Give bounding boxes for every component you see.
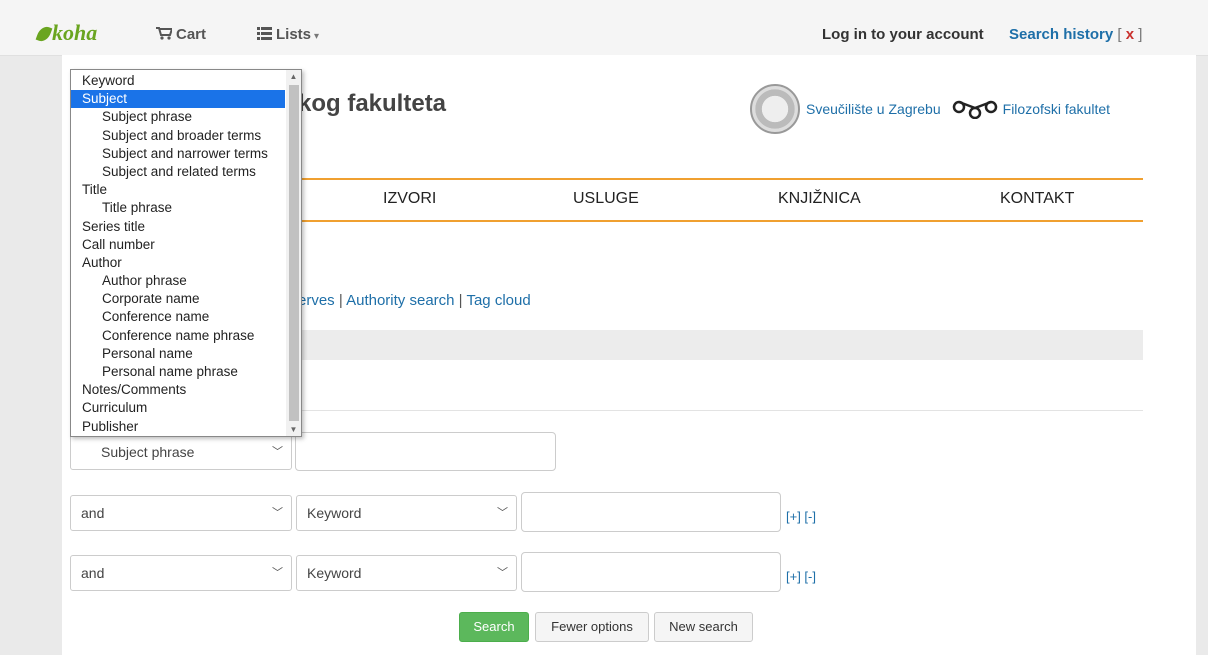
chevron-down-icon: ﹀	[272, 507, 283, 519]
index-select-1[interactable]: Subject phrase ﹀	[70, 434, 292, 470]
search-button[interactable]: Search	[459, 612, 529, 642]
search-links: erves | Authority search | Tag cloud	[298, 292, 531, 309]
menu-usluge[interactable]: USLUGE	[573, 190, 639, 208]
divider	[298, 410, 1143, 411]
operator-select-2[interactable]: and ﹀	[70, 495, 292, 531]
index-select-2-value: Keyword	[307, 505, 362, 521]
index-select-1-value: Subject phrase	[101, 444, 195, 460]
operator-select-3-value: and	[81, 565, 105, 581]
add-remove-row-2[interactable]: [+] [-]	[786, 509, 816, 524]
operator-select-3[interactable]: and ﹀	[70, 555, 292, 591]
dropdown-option[interactable]: Publisher	[71, 418, 285, 436]
operator-select-2-value: and	[81, 505, 105, 521]
cart-icon	[156, 27, 174, 40]
cart-label: Cart	[176, 26, 207, 43]
dropdown-option[interactable]: Conference name phrase	[71, 327, 285, 345]
index-select-3-value: Keyword	[307, 565, 362, 581]
search-term-input-1[interactable]	[295, 432, 556, 471]
faculty-link[interactable]: Filozofski fakultet	[1003, 101, 1110, 117]
search-term-input-3[interactable]	[521, 552, 781, 592]
clear-history-button[interactable]: x	[1126, 26, 1134, 43]
dropdown-option[interactable]: Title	[71, 181, 285, 199]
scroll-down-icon[interactable]: ▼	[286, 425, 301, 434]
list-icon	[257, 27, 272, 40]
menu-izvori[interactable]: IZVORI	[383, 190, 436, 208]
university-links: Sveučilište u Zagrebu Filozofski fakulte…	[750, 84, 1110, 134]
lists-dropdown[interactable]: Lists ▾	[257, 26, 319, 43]
dropdown-option[interactable]: Notes/Comments	[71, 381, 285, 399]
dropdown-option[interactable]: Curriculum	[71, 399, 285, 417]
index-select-3[interactable]: Keyword ﹀	[296, 555, 517, 591]
authority-search-link[interactable]: Authority search	[346, 292, 454, 309]
dropdown-option[interactable]: Personal name	[71, 345, 285, 363]
dropdown-option[interactable]: Conference name	[71, 308, 285, 326]
index-select-2[interactable]: Keyword ﹀	[296, 495, 517, 531]
scroll-thumb[interactable]	[289, 85, 299, 421]
koha-logo[interactable]: koha	[35, 20, 98, 46]
listbox-scrollbar[interactable]: ▲ ▼	[286, 70, 301, 436]
leaf-icon	[35, 24, 53, 44]
chevron-down-icon: ﹀	[272, 567, 283, 579]
chevron-down-icon: ﹀	[497, 567, 508, 579]
top-navbar: koha Cart Lists ▾ Log in to your account …	[0, 0, 1208, 56]
lists-label: Lists	[276, 26, 312, 43]
dropdown-option[interactable]: Subject and narrower terms	[71, 145, 285, 163]
dropdown-option[interactable]: Subject and broader terms	[71, 127, 285, 145]
chevron-down-icon: ﹀	[272, 446, 283, 458]
dropdown-option[interactable]: Call number	[71, 236, 285, 254]
dropdown-option[interactable]: Subject and related terms	[71, 163, 285, 181]
caret-down-icon: ▾	[314, 31, 320, 42]
fewer-options-button[interactable]: Fewer options	[535, 612, 649, 642]
options-list: Keyword Subject Subject phrase Subject and …	[71, 72, 285, 436]
search-term-input-2[interactable]	[521, 492, 781, 532]
university-seal-icon	[750, 84, 800, 134]
menu-kontakt[interactable]: KONTAKT	[1000, 190, 1074, 208]
login-link[interactable]: Log in to your account	[822, 26, 984, 43]
tag-cloud-link[interactable]: Tag cloud	[466, 292, 530, 309]
dropdown-option[interactable]: Keyword	[71, 72, 285, 90]
dropdown-option[interactable]: Personal name phrase	[71, 363, 285, 381]
course-reserves-link[interactable]: erves	[298, 292, 335, 309]
search-history-link[interactable]: Search history	[1009, 26, 1113, 43]
dropdown-option[interactable]: Corporate name	[71, 290, 285, 308]
search-history: Search history [ x ]	[1009, 26, 1143, 43]
dropdown-option[interactable]: Series title	[71, 218, 285, 236]
faculty-logo-icon	[952, 100, 997, 119]
university-link[interactable]: Sveučilište u Zagrebu	[806, 101, 941, 117]
new-search-button[interactable]: New search	[654, 612, 753, 642]
add-remove-row-3[interactable]: [+] [-]	[786, 569, 816, 584]
cart-button[interactable]: Cart	[156, 26, 206, 43]
dropdown-option[interactable]: Subject	[71, 90, 285, 109]
scroll-up-icon[interactable]: ▲	[286, 72, 301, 81]
chevron-down-icon: ﹀	[497, 507, 508, 519]
site-title: kog fakulteta	[298, 90, 447, 117]
dropdown-option[interactable]: Author	[71, 254, 285, 272]
index-options-listbox[interactable]: Keyword Subject Subject phrase Subject and …	[70, 69, 302, 437]
dropdown-option[interactable]: Title phrase	[71, 199, 285, 217]
search-header-band	[298, 330, 1143, 360]
menu-knjiznica[interactable]: KNJIŽNICA	[778, 190, 861, 208]
logo-text: koha	[52, 20, 98, 45]
main-menu: IZVORI USLUGE KNJIŽNICA KONTAKT	[298, 178, 1143, 222]
dropdown-option[interactable]: Author phrase	[71, 272, 285, 290]
dropdown-option[interactable]: Subject phrase	[71, 108, 285, 126]
